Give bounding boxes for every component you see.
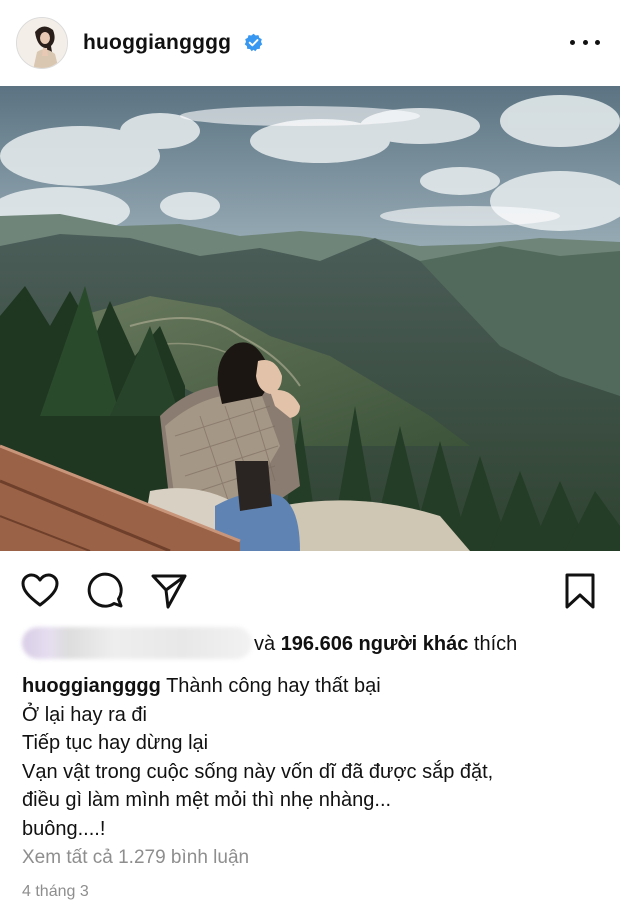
likes-suffix: thích [468, 633, 518, 655]
likes-text[interactable]: và 196.606 người khác thích [254, 633, 517, 656]
post-header: huoggiangggg [0, 0, 620, 86]
verified-badge-icon [244, 33, 263, 52]
bookmark-icon[interactable] [560, 571, 600, 611]
post-photo[interactable] [0, 86, 620, 551]
dot [570, 39, 575, 45]
post-date: 4 tháng 3 [22, 883, 89, 900]
caption-line: buông....! [22, 817, 106, 840]
username[interactable]: huoggiangggg [83, 31, 231, 55]
avatar[interactable] [16, 17, 68, 69]
caption-line: điều gì làm mình mệt mỏi thì nhẹ nhàng..… [22, 789, 392, 811]
view-all-comments-link[interactable]: Xem tất cả 1.279 bình luận [22, 847, 249, 869]
post-actions [0, 551, 620, 631]
caption-username[interactable]: huoggiangggg [22, 675, 161, 697]
landscape-image [0, 86, 620, 551]
caption-line: huoggiangggg Thành công hay thất bại [22, 672, 612, 701]
caption-text: Thành công hay thất bại [166, 675, 381, 697]
blurred-likers [22, 627, 252, 659]
dot [582, 39, 588, 45]
likes-others: người khác [352, 633, 469, 655]
avatar-image [17, 18, 67, 68]
more-options-icon[interactable] [570, 30, 600, 54]
send-icon[interactable] [149, 571, 189, 611]
dot [595, 39, 600, 45]
caption: huoggiangggg Thành công hay thất bại Ở l… [22, 672, 612, 843]
caption-line: Ở lại hay ra đi [22, 703, 147, 726]
caption-line: Vạn vật trong cuộc sống này vốn dĩ đã đư… [22, 760, 494, 783]
likes-count: 196.606 [280, 633, 353, 655]
caption-line: Tiếp tục hay dừng lại [22, 732, 209, 754]
likes-prefix: và [254, 633, 281, 655]
comment-icon[interactable] [85, 571, 125, 611]
heart-icon[interactable] [20, 571, 60, 611]
likes-row[interactable]: và 196.606 người khác thích [22, 627, 612, 661]
